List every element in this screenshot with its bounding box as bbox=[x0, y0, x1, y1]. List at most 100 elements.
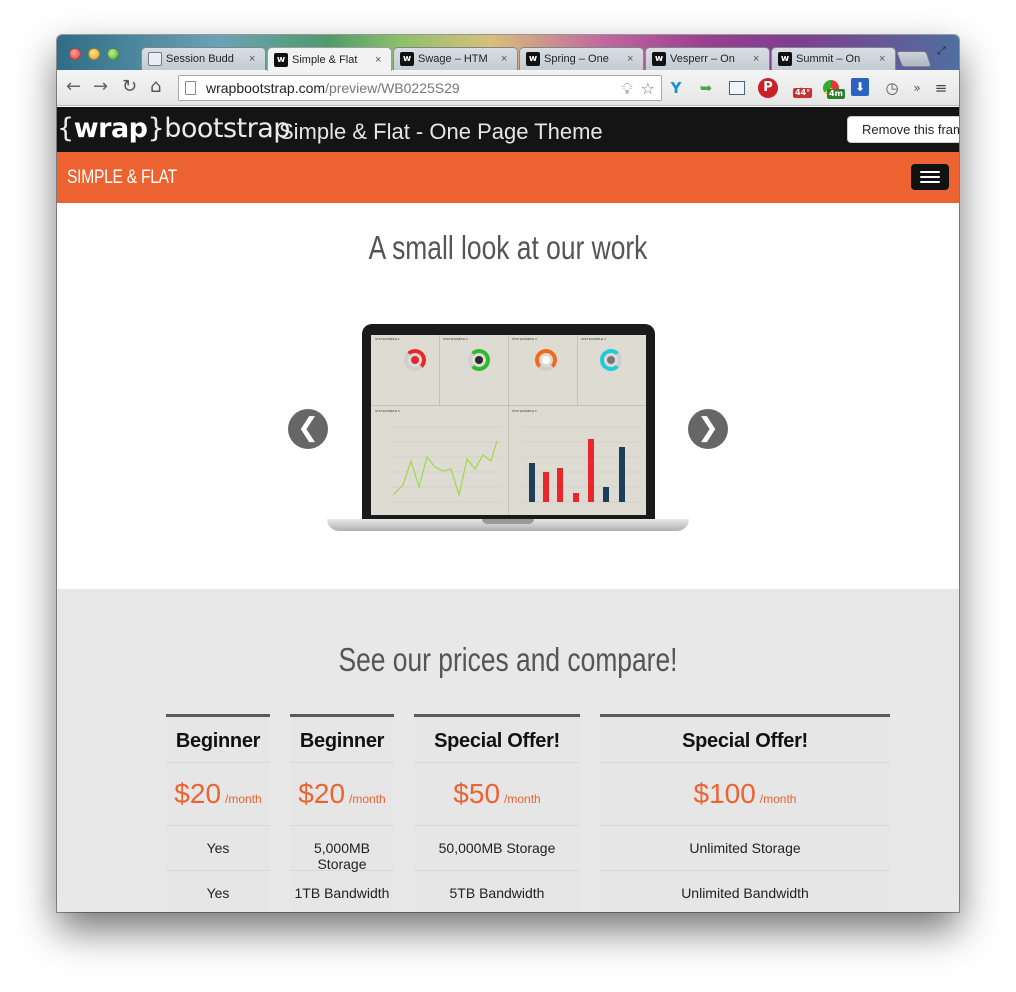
plan-period: /month bbox=[504, 792, 541, 806]
minimize-window-button[interactable] bbox=[88, 48, 100, 60]
laptop-image: STAT EXAMPLE 1 STAT EXAMPLE 2 STAT EXAMP… bbox=[362, 324, 655, 519]
screen-panel-label: STAT EXAMPLE 3 bbox=[512, 337, 537, 341]
tab-swage[interactable]: w Swage – HTM × bbox=[393, 47, 518, 70]
screen-line-chart bbox=[389, 426, 501, 503]
tab-title: Summit – On bbox=[796, 53, 861, 65]
pinterest-icon[interactable]: P bbox=[758, 78, 778, 98]
session-buddy-extension-icon[interactable] bbox=[727, 78, 747, 98]
logo-brace-close: } bbox=[147, 113, 165, 144]
work-section: A small look at our work ❮ ❯ STAT EXAMPL… bbox=[57, 203, 959, 589]
extension-y-icon[interactable]: Y bbox=[666, 78, 686, 98]
remove-frame-button[interactable]: Remove this frame bbox=[847, 116, 959, 143]
price-plan: Special Offer! $50/month 50,000MB Storag… bbox=[414, 714, 580, 912]
laptop-notch bbox=[482, 519, 534, 524]
tab-simple-flat[interactable]: w Simple & Flat × bbox=[267, 47, 392, 71]
tab-vesperr[interactable]: w Vesperr – On × bbox=[645, 47, 770, 70]
wrapbootstrap-logo[interactable]: {wrap}bootstrap bbox=[57, 113, 290, 144]
hamburger-line bbox=[920, 181, 940, 183]
plan-feature: 5TB Bandwidth bbox=[414, 871, 580, 912]
plan-amount: $20 bbox=[298, 778, 346, 809]
home-icon[interactable]: ⌂ bbox=[150, 78, 161, 96]
plan-feature: 50,000MB Storage bbox=[414, 826, 580, 871]
screen-panel-label: STAT EXAMPLE 5 bbox=[375, 409, 400, 413]
weather-icon[interactable]: ☁ 44° bbox=[789, 78, 813, 98]
plan-name: Beginner bbox=[166, 717, 270, 763]
tab-session-buddy[interactable]: Session Budd × bbox=[141, 47, 266, 70]
wrapbootstrap-favicon-icon: w bbox=[526, 52, 540, 66]
screen-divider bbox=[508, 335, 509, 515]
theme-title: Simple & Flat - One Page Theme bbox=[279, 119, 603, 144]
screen-panel-label: STAT EXAMPLE 2 bbox=[443, 337, 468, 341]
tab-title: Spring – One bbox=[544, 53, 609, 65]
html5-stat-icon bbox=[404, 349, 426, 371]
close-window-button[interactable] bbox=[69, 48, 81, 60]
new-tab-button[interactable] bbox=[896, 51, 932, 67]
tab-title: Vesperr – On bbox=[670, 53, 735, 65]
plan-amount: $20 bbox=[174, 778, 222, 809]
plan-name: Special Offer! bbox=[414, 717, 580, 763]
price-plan: Beginner $20/month Yes Yes bbox=[166, 714, 270, 912]
prices-section-title: See our prices and compare! bbox=[338, 641, 678, 678]
site-navbar: SIMPLE & FLAT bbox=[57, 152, 959, 203]
plan-feature: Yes bbox=[166, 871, 270, 912]
plan-feature: 1TB Bandwidth bbox=[290, 871, 394, 912]
fullscreen-icon[interactable]: ⤢ bbox=[937, 45, 949, 57]
download-icon[interactable]: ⬇ bbox=[851, 78, 869, 96]
forward-arrow-icon[interactable]: → bbox=[93, 78, 108, 96]
address-bar[interactable]: wrapbootstrap.com/preview/WB0225S29 💡︎ ☆ bbox=[178, 75, 662, 101]
close-icon[interactable]: × bbox=[375, 54, 385, 66]
clock-icon[interactable]: ◷ bbox=[882, 78, 902, 98]
timer-extension-icon[interactable]: 4m bbox=[821, 78, 845, 99]
plan-price: $20/month bbox=[290, 763, 394, 826]
wrapbootstrap-favicon-icon: w bbox=[652, 52, 666, 66]
browser-window: Session Budd × w Simple & Flat × w Swage… bbox=[57, 35, 959, 912]
user-stat-icon bbox=[600, 349, 622, 371]
wrapbootstrap-favicon-icon: w bbox=[778, 52, 792, 66]
back-arrow-icon[interactable]: ← bbox=[66, 78, 81, 96]
tab-spring[interactable]: w Spring – One × bbox=[519, 47, 644, 70]
work-section-title: A small look at our work bbox=[368, 229, 648, 266]
plan-period: /month bbox=[225, 792, 262, 806]
close-icon[interactable]: × bbox=[501, 53, 511, 65]
tab-summit[interactable]: w Summit – On × bbox=[771, 47, 896, 70]
extension-share-icon[interactable]: ➥ bbox=[696, 78, 716, 98]
price-plan: Special Offer! $100/month Unlimited Stor… bbox=[600, 714, 890, 912]
screen-divider bbox=[439, 335, 440, 405]
close-icon[interactable]: × bbox=[753, 53, 763, 65]
carousel-next-button[interactable]: ❯ bbox=[688, 409, 728, 449]
browser-toolbar: ← → ↻ ⌂ wrapbootstrap.com/preview/WB0225… bbox=[57, 70, 959, 106]
more-extensions-chevron-icon[interactable]: » bbox=[907, 78, 927, 98]
plan-name: Beginner bbox=[290, 717, 394, 763]
plan-amount: $50 bbox=[453, 778, 501, 809]
screen-panel-label: STAT EXAMPLE 1 bbox=[375, 337, 400, 341]
close-icon[interactable]: × bbox=[627, 53, 637, 65]
carousel-prev-button[interactable]: ❮ bbox=[288, 409, 328, 449]
logo-brace-open: { bbox=[57, 113, 74, 144]
price-plan: Beginner $20/month 5,000MB Storage 1TB B… bbox=[290, 714, 394, 912]
bookmark-star-icon[interactable]: ☆ bbox=[641, 79, 655, 99]
wrapbootstrap-bar: {wrap}bootstrap Simple & Flat - One Page… bbox=[57, 107, 959, 152]
plan-feature: Yes bbox=[166, 826, 270, 871]
timer-badge: 4m bbox=[827, 89, 845, 99]
plan-feature: 5,000MB Storage bbox=[290, 826, 394, 872]
reload-icon[interactable]: ↻ bbox=[122, 78, 137, 96]
tab-title: Swage – HTM bbox=[418, 53, 488, 65]
close-icon[interactable]: × bbox=[879, 53, 889, 65]
hamburger-line bbox=[920, 171, 940, 173]
screen-divider bbox=[577, 335, 578, 405]
tab-strip: Session Budd × w Simple & Flat × w Swage… bbox=[57, 35, 959, 71]
screen-bar-chart bbox=[523, 426, 641, 503]
zoom-window-button[interactable] bbox=[107, 48, 119, 60]
logo-bootstrap: bootstrap bbox=[164, 113, 290, 144]
plan-price: $100/month bbox=[600, 763, 890, 826]
menu-toggle-button[interactable] bbox=[911, 164, 949, 190]
lightbulb-icon[interactable]: 💡︎ bbox=[621, 79, 632, 99]
menu-icon[interactable]: ≡ bbox=[931, 78, 951, 98]
site-brand[interactable]: SIMPLE & FLAT bbox=[67, 167, 177, 189]
window-controls bbox=[69, 48, 119, 60]
close-icon[interactable]: × bbox=[249, 53, 259, 65]
hamburger-line bbox=[920, 176, 940, 178]
tab-title: Simple & Flat bbox=[292, 53, 358, 66]
plan-feature: Unlimited Storage bbox=[600, 826, 890, 871]
plan-period: /month bbox=[759, 792, 797, 806]
